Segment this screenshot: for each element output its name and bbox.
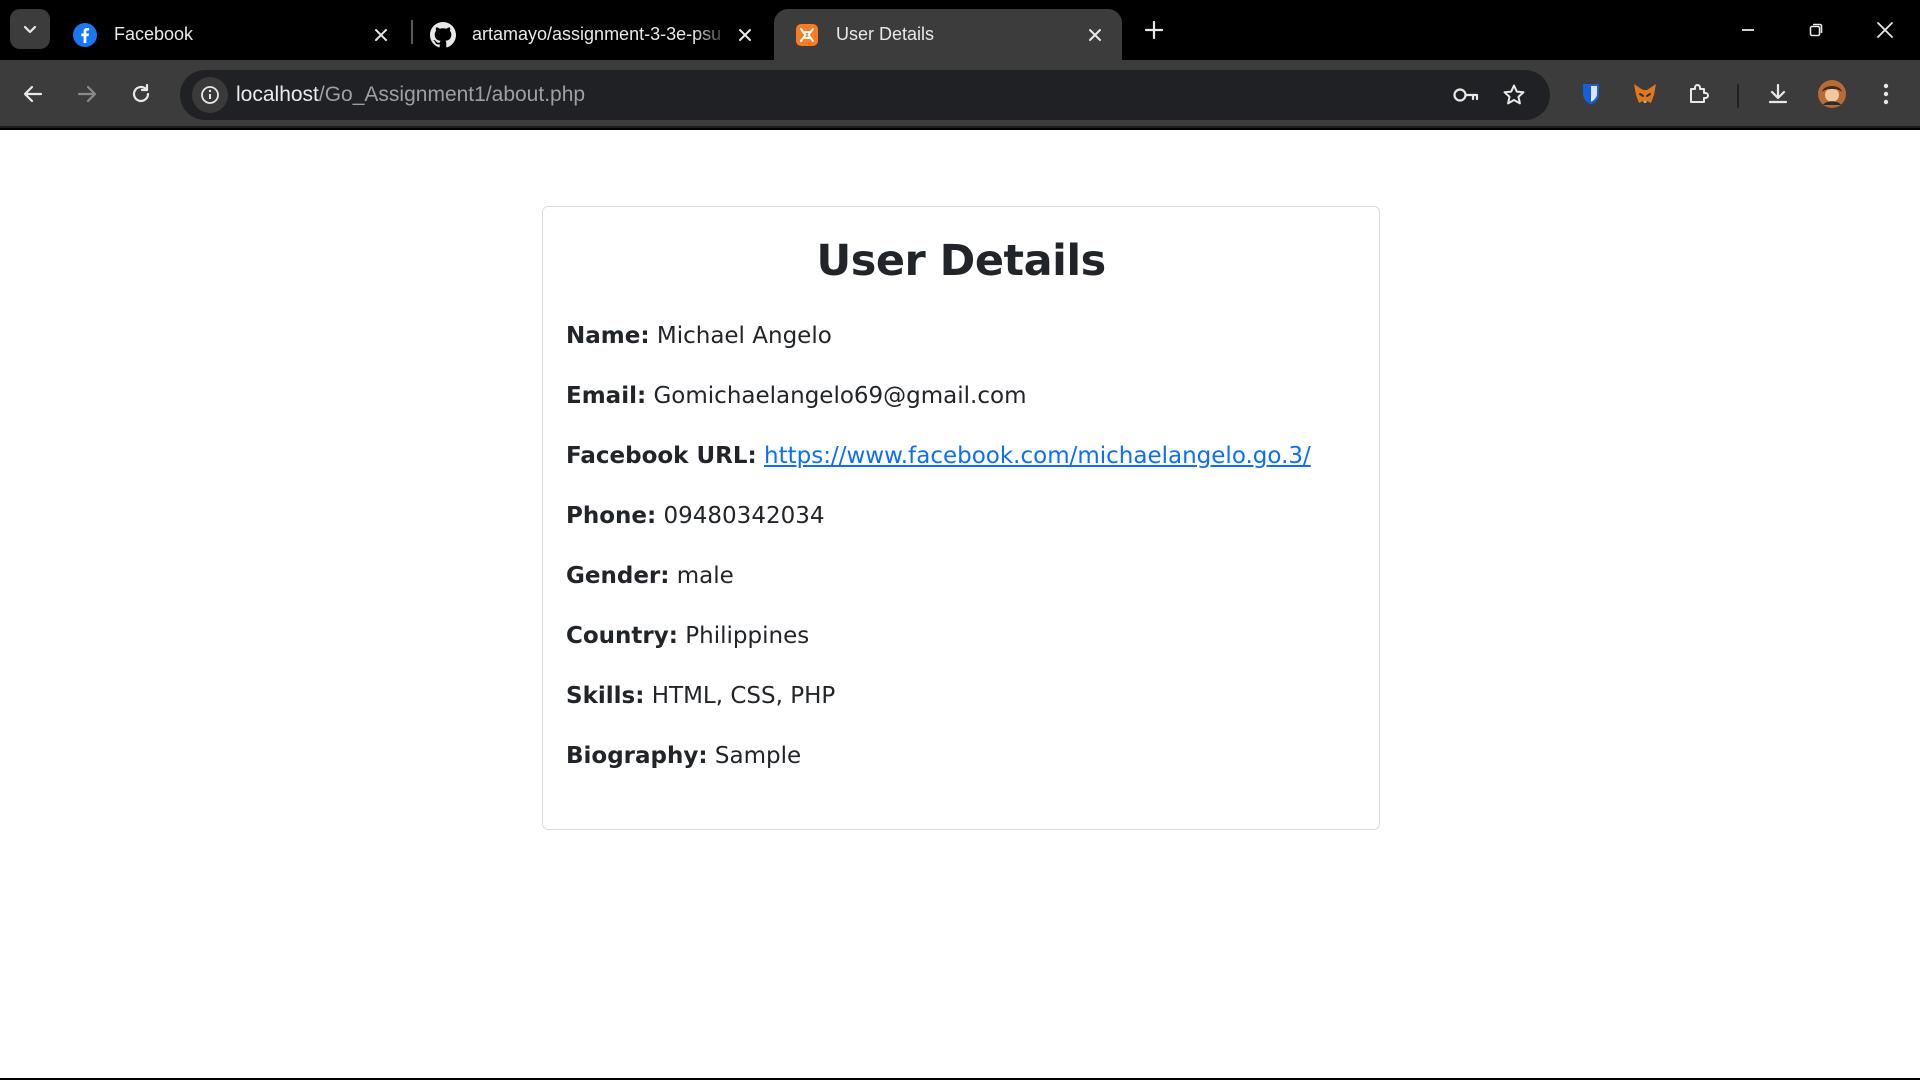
close-icon xyxy=(1877,22,1893,38)
close-icon[interactable] xyxy=(368,22,394,48)
detail-row-facebook: Facebook URL: https://www.facebook.com/m… xyxy=(566,441,1311,471)
xampp-icon xyxy=(794,22,820,48)
browser-toolbar: localhost/Go_Assignment1/about.php xyxy=(0,60,1920,128)
detail-label: Phone: xyxy=(566,503,657,529)
detail-value: male xyxy=(676,563,734,589)
toolbar-separator xyxy=(1737,84,1739,108)
detail-value: Michael Angelo xyxy=(656,323,832,349)
detail-label: Country: xyxy=(566,623,678,649)
bookmark-button[interactable] xyxy=(1496,77,1532,113)
metamask-extension-button[interactable] xyxy=(1625,74,1665,114)
detail-row-biography: Biography: Sample xyxy=(566,741,801,771)
download-icon xyxy=(1768,83,1788,104)
detail-row-name: Name: Michael Angelo xyxy=(566,321,832,351)
detail-value: Philippines xyxy=(685,623,810,649)
downloads-button[interactable] xyxy=(1758,74,1798,114)
detail-row-gender: Gender: male xyxy=(566,561,734,591)
tab-github[interactable]: artamayo/assignment-3-3e-psu xyxy=(410,9,772,60)
detail-value: Gomichaelangelo69@gmail.com xyxy=(653,383,1027,409)
forward-button[interactable] xyxy=(67,74,107,114)
profile-button[interactable] xyxy=(1812,74,1852,114)
detail-row-email: Email: Gomichaelangelo69@gmail.com xyxy=(566,381,1027,411)
bitwarden-extension-button[interactable] xyxy=(1571,74,1611,114)
detail-label: Biography: xyxy=(566,743,708,769)
shield-icon xyxy=(1583,84,1599,105)
tab-search-button[interactable] xyxy=(10,9,50,49)
detail-row-phone: Phone: 09480342034 xyxy=(566,501,824,531)
menu-button[interactable] xyxy=(1866,74,1906,114)
chevron-down-icon xyxy=(23,25,37,34)
address-bar[interactable]: localhost/Go_Assignment1/about.php xyxy=(180,70,1550,120)
extensions-button[interactable] xyxy=(1679,74,1719,114)
key-icon xyxy=(1453,88,1479,102)
info-icon xyxy=(201,86,219,104)
reload-icon xyxy=(132,83,150,103)
url-path: /Go_Assignment1/about.php xyxy=(318,83,586,106)
arrow-left-icon xyxy=(23,85,43,103)
detail-row-skills: Skills: HTML, CSS, PHP xyxy=(566,681,835,711)
detail-label: Skills: xyxy=(566,683,645,709)
detail-label: Email: xyxy=(566,383,647,409)
window-close-button[interactable] xyxy=(1862,10,1908,50)
detail-value: Sample xyxy=(714,743,802,769)
minimize-button[interactable] xyxy=(1725,10,1771,50)
detail-label: Facebook URL: xyxy=(566,443,757,469)
reload-button[interactable] xyxy=(121,74,161,114)
url-host: localhost xyxy=(236,83,319,106)
puzzle-icon xyxy=(1690,84,1709,103)
site-info-button[interactable] xyxy=(192,77,228,113)
close-icon[interactable] xyxy=(1082,22,1108,48)
tab-title: User Details xyxy=(836,24,935,44)
detail-label: Gender: xyxy=(566,563,670,589)
github-icon xyxy=(430,21,456,48)
new-tab-button[interactable] xyxy=(1138,14,1170,46)
more-vertical-icon xyxy=(1883,83,1889,105)
detail-row-country: Country: Philippines xyxy=(566,621,809,651)
back-button[interactable] xyxy=(13,74,53,114)
tab-user-details[interactable]: User Details xyxy=(774,9,1122,60)
detail-value: 09480342034 xyxy=(663,503,825,529)
tab-title: artamayo/assignment-3-3e-psu xyxy=(472,24,722,44)
avatar xyxy=(1818,80,1846,108)
star-icon xyxy=(1503,84,1525,105)
detail-value: HTML, CSS, PHP xyxy=(651,683,836,709)
minimize-icon xyxy=(1742,29,1754,31)
restore-icon xyxy=(1809,23,1823,37)
page-title: User Details xyxy=(816,236,1106,286)
facebook-icon xyxy=(72,22,98,48)
user-details-card: User Details Name: Michael Angelo Email:… xyxy=(542,206,1380,830)
url-text[interactable]: localhost/Go_Assignment1/about.php xyxy=(236,83,585,107)
tab-title: Facebook xyxy=(114,24,194,44)
password-key-button[interactable] xyxy=(1448,77,1484,113)
tab-facebook[interactable]: Facebook xyxy=(52,9,408,60)
facebook-url-link[interactable]: https://www.facebook.com/michaelangelo.g… xyxy=(764,443,1311,469)
arrow-right-icon xyxy=(77,85,97,103)
tab-strip: Facebook artamayo/assignment-3-3e-psu Us… xyxy=(0,0,1920,60)
restore-button[interactable] xyxy=(1793,10,1839,50)
page-content: User Details Name: Michael Angelo Email:… xyxy=(0,130,1920,1078)
detail-label: Name: xyxy=(566,323,650,349)
plus-icon xyxy=(1144,20,1164,40)
fox-icon xyxy=(1634,84,1656,103)
close-icon[interactable] xyxy=(732,22,758,48)
